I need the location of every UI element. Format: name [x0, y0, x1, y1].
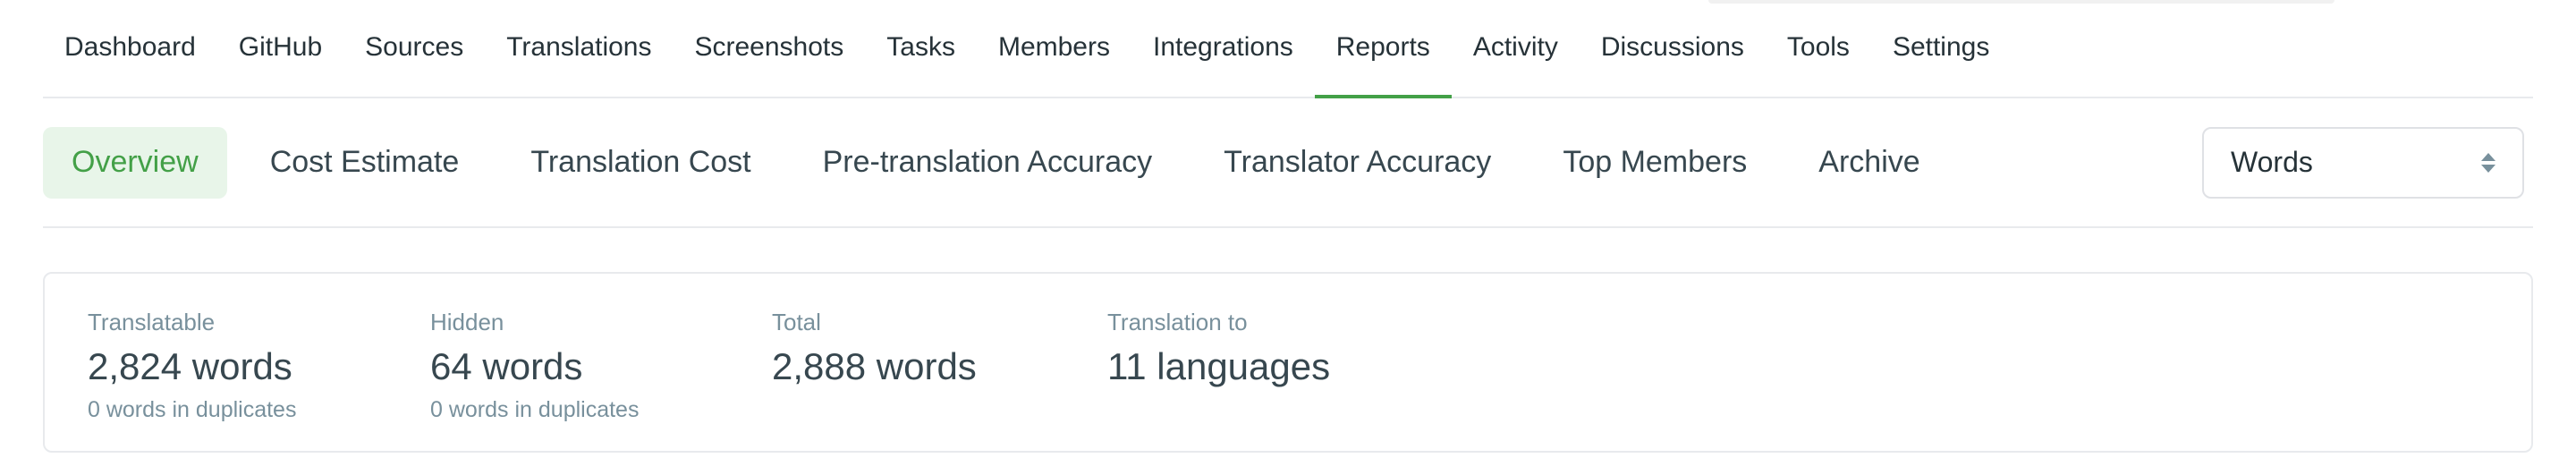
reports-sub-nav: Overview Cost Estimate Translation Cost … — [43, 98, 2533, 228]
tab-translator-accuracy[interactable]: Translator Accuracy — [1195, 127, 1520, 199]
unit-select[interactable]: Words — [2202, 126, 2524, 199]
stat-total: Total 2,888 words — [772, 306, 1107, 419]
stat-value: 64 words — [430, 345, 583, 387]
tab-archive[interactable]: Archive — [1790, 127, 1948, 199]
tab-cost-estimate[interactable]: Cost Estimate — [242, 127, 488, 199]
top-nav-integrations[interactable]: Integrations — [1131, 0, 1315, 97]
stat-value: 2,888 words — [772, 345, 977, 387]
tab-top-members[interactable]: Top Members — [1534, 127, 1775, 199]
select-arrows-icon — [2481, 152, 2496, 173]
stat-value: 2,824 words — [88, 345, 292, 387]
top-nav-members[interactable]: Members — [977, 0, 1131, 97]
top-nav-tools[interactable]: Tools — [1766, 0, 1871, 97]
stat-duplicates: 0 words in duplicates — [430, 397, 640, 422]
top-nav-translations[interactable]: Translations — [485, 0, 673, 97]
stat-label: Translation to — [1107, 309, 1248, 335]
top-nav-activity[interactable]: Activity — [1452, 0, 1580, 97]
top-nav-tasks[interactable]: Tasks — [865, 0, 977, 97]
top-nav-github[interactable]: GitHub — [217, 0, 343, 97]
reports-page: Dashboard GitHub Sources Translations Sc… — [0, 0, 2576, 475]
stat-label: Total — [772, 309, 821, 335]
reports-tabs: Overview Cost Estimate Translation Cost … — [43, 126, 2202, 199]
stat-hidden: Hidden 64 words 0 words in duplicates — [430, 306, 772, 422]
stat-translatable: Translatable 2,824 words 0 words in dupl… — [88, 306, 430, 422]
overview-stats-card: Translatable 2,824 words 0 words in dupl… — [43, 272, 2533, 453]
top-nav-screenshots[interactable]: Screenshots — [674, 0, 866, 97]
top-nav-settings[interactable]: Settings — [1871, 0, 2011, 97]
top-nav-dashboard[interactable]: Dashboard — [43, 0, 217, 97]
tab-pre-translation-accuracy[interactable]: Pre-translation Accuracy — [794, 127, 1182, 199]
stat-languages: Translation to 11 languages — [1107, 306, 1465, 419]
unit-select-value: Words — [2231, 146, 2313, 178]
stat-value: 11 languages — [1107, 345, 1331, 387]
stat-label: Translatable — [88, 309, 216, 335]
top-nav-sources[interactable]: Sources — [343, 0, 485, 97]
top-nav: Dashboard GitHub Sources Translations Sc… — [43, 0, 2533, 98]
top-nav-reports[interactable]: Reports — [1314, 0, 1452, 98]
stat-label: Hidden — [430, 309, 504, 335]
stat-duplicates: 0 words in duplicates — [88, 397, 297, 422]
tab-overview[interactable]: Overview — [43, 126, 227, 199]
top-nav-discussions[interactable]: Discussions — [1580, 0, 1766, 97]
tab-translation-cost[interactable]: Translation Cost — [502, 127, 779, 199]
